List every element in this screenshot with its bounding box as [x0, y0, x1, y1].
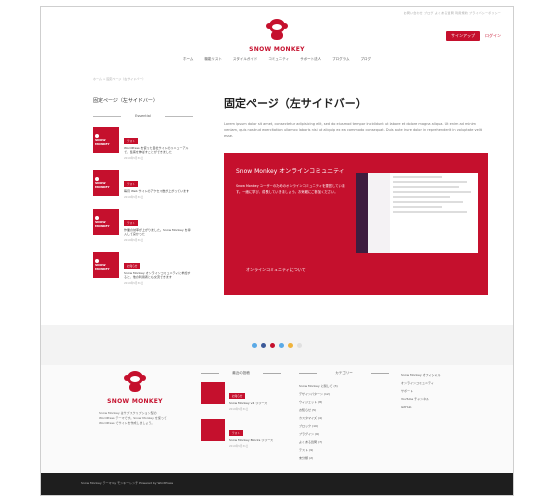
- social-icons: [41, 325, 513, 365]
- monkey-logo-icon: [124, 371, 146, 393]
- sidebar: 固定ページ（左サイドバー） Essential SNOW MONKEY テスト …: [93, 97, 193, 295]
- breadcrumb[interactable]: ホーム > 固定ページ（左サイドバー）: [93, 77, 145, 81]
- body-text: Lorem ipsum dolor sit amet, consectetur …: [224, 122, 483, 138]
- post-title[interactable]: WordPress を使った自社サイトのリニューアルで、集客を伸ばすことができま…: [124, 146, 193, 154]
- main-content: 固定ページ（左サイドバー） Lorem ipsum dolor sit amet…: [224, 95, 488, 295]
- post-title[interactable]: Snow Monkey オンラインコミュニティに参加すると、他の利用者とも交流で…: [124, 271, 193, 279]
- sidebar-title: 固定ページ（左サイドバー）: [93, 98, 158, 104]
- footer-about: SNOW MONKEY Snow Monkey はサブスクリプション型の Wor…: [99, 371, 171, 426]
- copyright-text: Snow Monkey テーマ by モンキーレンチ Powered by Wo…: [81, 481, 174, 485]
- footer-about-text: Snow Monkey はサブスクリプション型の WordPress テーマです…: [99, 411, 167, 425]
- global-nav: ホーム 機能リスト スタイルガイド コミュニティ サポート法人 プログラム ブロ…: [41, 57, 513, 62]
- nav-item-community[interactable]: コミュニティ: [268, 57, 289, 62]
- thumbnail-logo-text: SNOW MONKEY: [95, 263, 110, 271]
- post-thumbnail[interactable]: [201, 419, 225, 441]
- category-link[interactable]: お知らせ (5): [299, 406, 389, 414]
- promo-title: Snow Monkey オンラインコミュニティ: [236, 168, 345, 175]
- nav-item-support[interactable]: サポート法人: [300, 57, 321, 62]
- post-date: 2019年5月31日: [124, 157, 144, 160]
- thumbnail-logo-text: SNOW MONKEY: [95, 220, 110, 228]
- promo-text: Snow Monkey ユーザーのためのオンラインコミュニティを運営しています。…: [236, 184, 346, 194]
- post-category-badge[interactable]: テスト: [229, 430, 243, 436]
- footer-link[interactable]: YouTube チャンネル: [401, 395, 497, 403]
- thumbnail-logo-text: SNOW MONKEY: [95, 138, 110, 146]
- post-category-badge[interactable]: お知らせ: [229, 393, 246, 399]
- github-icon[interactable]: [288, 342, 293, 348]
- categories-heading: カテゴリー: [299, 371, 389, 376]
- instagram-icon[interactable]: [270, 342, 275, 348]
- post-title[interactable]: 作業の効率が上がりました。Snow Monkey を導入して良かった: [124, 228, 193, 236]
- post-date: 2019年5月31日: [229, 408, 249, 411]
- footer-links: Snow Monkey オフィシャル オンラインコミュニティ サポート YouT…: [401, 371, 497, 411]
- copyright-bar: Snow Monkey テーマ by モンキーレンチ Powered by Wo…: [41, 473, 513, 495]
- footer-link[interactable]: オンラインコミュニティ: [401, 379, 497, 387]
- community-promo: Snow Monkey オンラインコミュニティ Snow Monkey ユーザー…: [224, 153, 488, 295]
- browser-frame: お問い合わせ ブログ よくある質問 利用規約 プライバシーポリシー SNOW M…: [40, 6, 514, 496]
- post-category-badge[interactable]: テスト: [124, 138, 138, 144]
- community-link[interactable]: オンラインコミュニティについて: [246, 267, 306, 273]
- nav-item-home[interactable]: ホーム: [183, 57, 193, 62]
- twitter-icon[interactable]: [252, 342, 257, 348]
- footer-categories: カテゴリー Snow Monkey に関して (3) デザインパターン (12)…: [299, 371, 389, 462]
- community-screenshot: [356, 173, 478, 253]
- sidebar-post[interactable]: SNOW MONKEY テスト 作業の効率が上がりました。Snow Monkey…: [93, 209, 193, 242]
- logo-text: SNOW MONKEY: [249, 46, 305, 53]
- recent-posts-heading: 最近の投稿: [201, 371, 281, 376]
- footer: SNOW MONKEY Snow Monkey はサブスクリプション型の Wor…: [41, 365, 513, 475]
- post-title[interactable]: Snow Monkey Blocks リリース: [229, 438, 273, 442]
- page-title: 固定ページ（左サイドバー）: [224, 97, 367, 110]
- category-link[interactable]: よくある質問 (7): [299, 438, 389, 446]
- nav-item-features[interactable]: 機能リスト: [204, 57, 222, 62]
- post-category-badge[interactable]: テスト: [124, 181, 138, 187]
- youtube-icon[interactable]: [279, 342, 284, 348]
- post-title[interactable]: Snow Monkey v4 リリース: [229, 401, 267, 405]
- post-thumbnail[interactable]: [201, 382, 225, 404]
- category-link[interactable]: カスタマイズ (4): [299, 414, 389, 422]
- sidebar-post[interactable]: SNOW MONKEY お知らせ Snow Monkey オンラインコミュニティ…: [93, 252, 193, 285]
- category-link[interactable]: デザインパターン (12): [299, 390, 389, 398]
- post-date: 2019年5月31日: [229, 445, 249, 448]
- footer-recent-posts: 最近の投稿 お知らせ Snow Monkey v4 リリース 2019年5月31…: [201, 371, 281, 456]
- footer-link[interactable]: Snow Monkey オフィシャル: [401, 371, 497, 379]
- nav-item-style-guide[interactable]: スタイルガイド: [233, 57, 257, 62]
- site-logo[interactable]: SNOW MONKEY: [41, 19, 513, 53]
- category-link[interactable]: ウィジェット (8): [299, 398, 389, 406]
- post-category-badge[interactable]: テスト: [124, 220, 138, 226]
- utility-nav[interactable]: お問い合わせ ブログ よくある質問 利用規約 プライバシーポリシー: [404, 11, 501, 15]
- category-link[interactable]: ブロック (10): [299, 422, 389, 430]
- footer-link[interactable]: サポート: [401, 387, 497, 395]
- post-thumbnail[interactable]: SNOW MONKEY: [93, 170, 119, 196]
- sidebar-post[interactable]: SNOW MONKEY テスト WordPress を使った自社サイトのリニュー…: [93, 127, 193, 160]
- post-category-badge[interactable]: お知らせ: [124, 263, 141, 269]
- post-thumbnail[interactable]: SNOW MONKEY: [93, 127, 119, 153]
- signup-button[interactable]: サインアップ: [446, 31, 480, 41]
- post-thumbnail[interactable]: SNOW MONKEY: [93, 252, 119, 278]
- nav-item-program[interactable]: プログラム: [332, 57, 349, 62]
- thumbnail-logo-text: SNOW MONKEY: [95, 181, 110, 189]
- header-buttons: サインアップ ログイン: [446, 31, 501, 41]
- nav-item-blog[interactable]: ブログ: [361, 57, 372, 62]
- category-link[interactable]: プラグイン (6): [299, 430, 389, 438]
- footer-link[interactable]: GitHub: [401, 403, 497, 411]
- rss-icon[interactable]: [297, 342, 302, 348]
- category-link[interactable]: Snow Monkey に関して (3): [299, 382, 389, 390]
- facebook-icon[interactable]: [261, 342, 266, 348]
- post-date: 2019年5月31日: [124, 239, 144, 242]
- post-date: 2019年5月31日: [124, 196, 144, 199]
- footer-logo-text: SNOW MONKEY: [107, 398, 163, 405]
- sidebar-post[interactable]: SNOW MONKEY テスト 毎月 Web サイトのアクセス数が上がっています…: [93, 170, 193, 199]
- login-link[interactable]: ログイン: [485, 33, 501, 39]
- category-link[interactable]: テスト (9): [299, 446, 389, 454]
- footer-post[interactable]: テスト Snow Monkey Blocks リリース 2019年5月31日: [201, 419, 281, 448]
- post-title[interactable]: 毎月 Web サイトのアクセス数が上がっています: [124, 189, 193, 193]
- sidebar-category-heading: Essential: [93, 114, 193, 118]
- monkey-logo-icon: [266, 19, 288, 41]
- footer-post[interactable]: お知らせ Snow Monkey v4 リリース 2019年5月31日: [201, 382, 281, 411]
- post-date: 2019年5月31日: [124, 282, 144, 285]
- post-thumbnail[interactable]: SNOW MONKEY: [93, 209, 119, 235]
- category-link[interactable]: 未分類 (2): [299, 454, 389, 462]
